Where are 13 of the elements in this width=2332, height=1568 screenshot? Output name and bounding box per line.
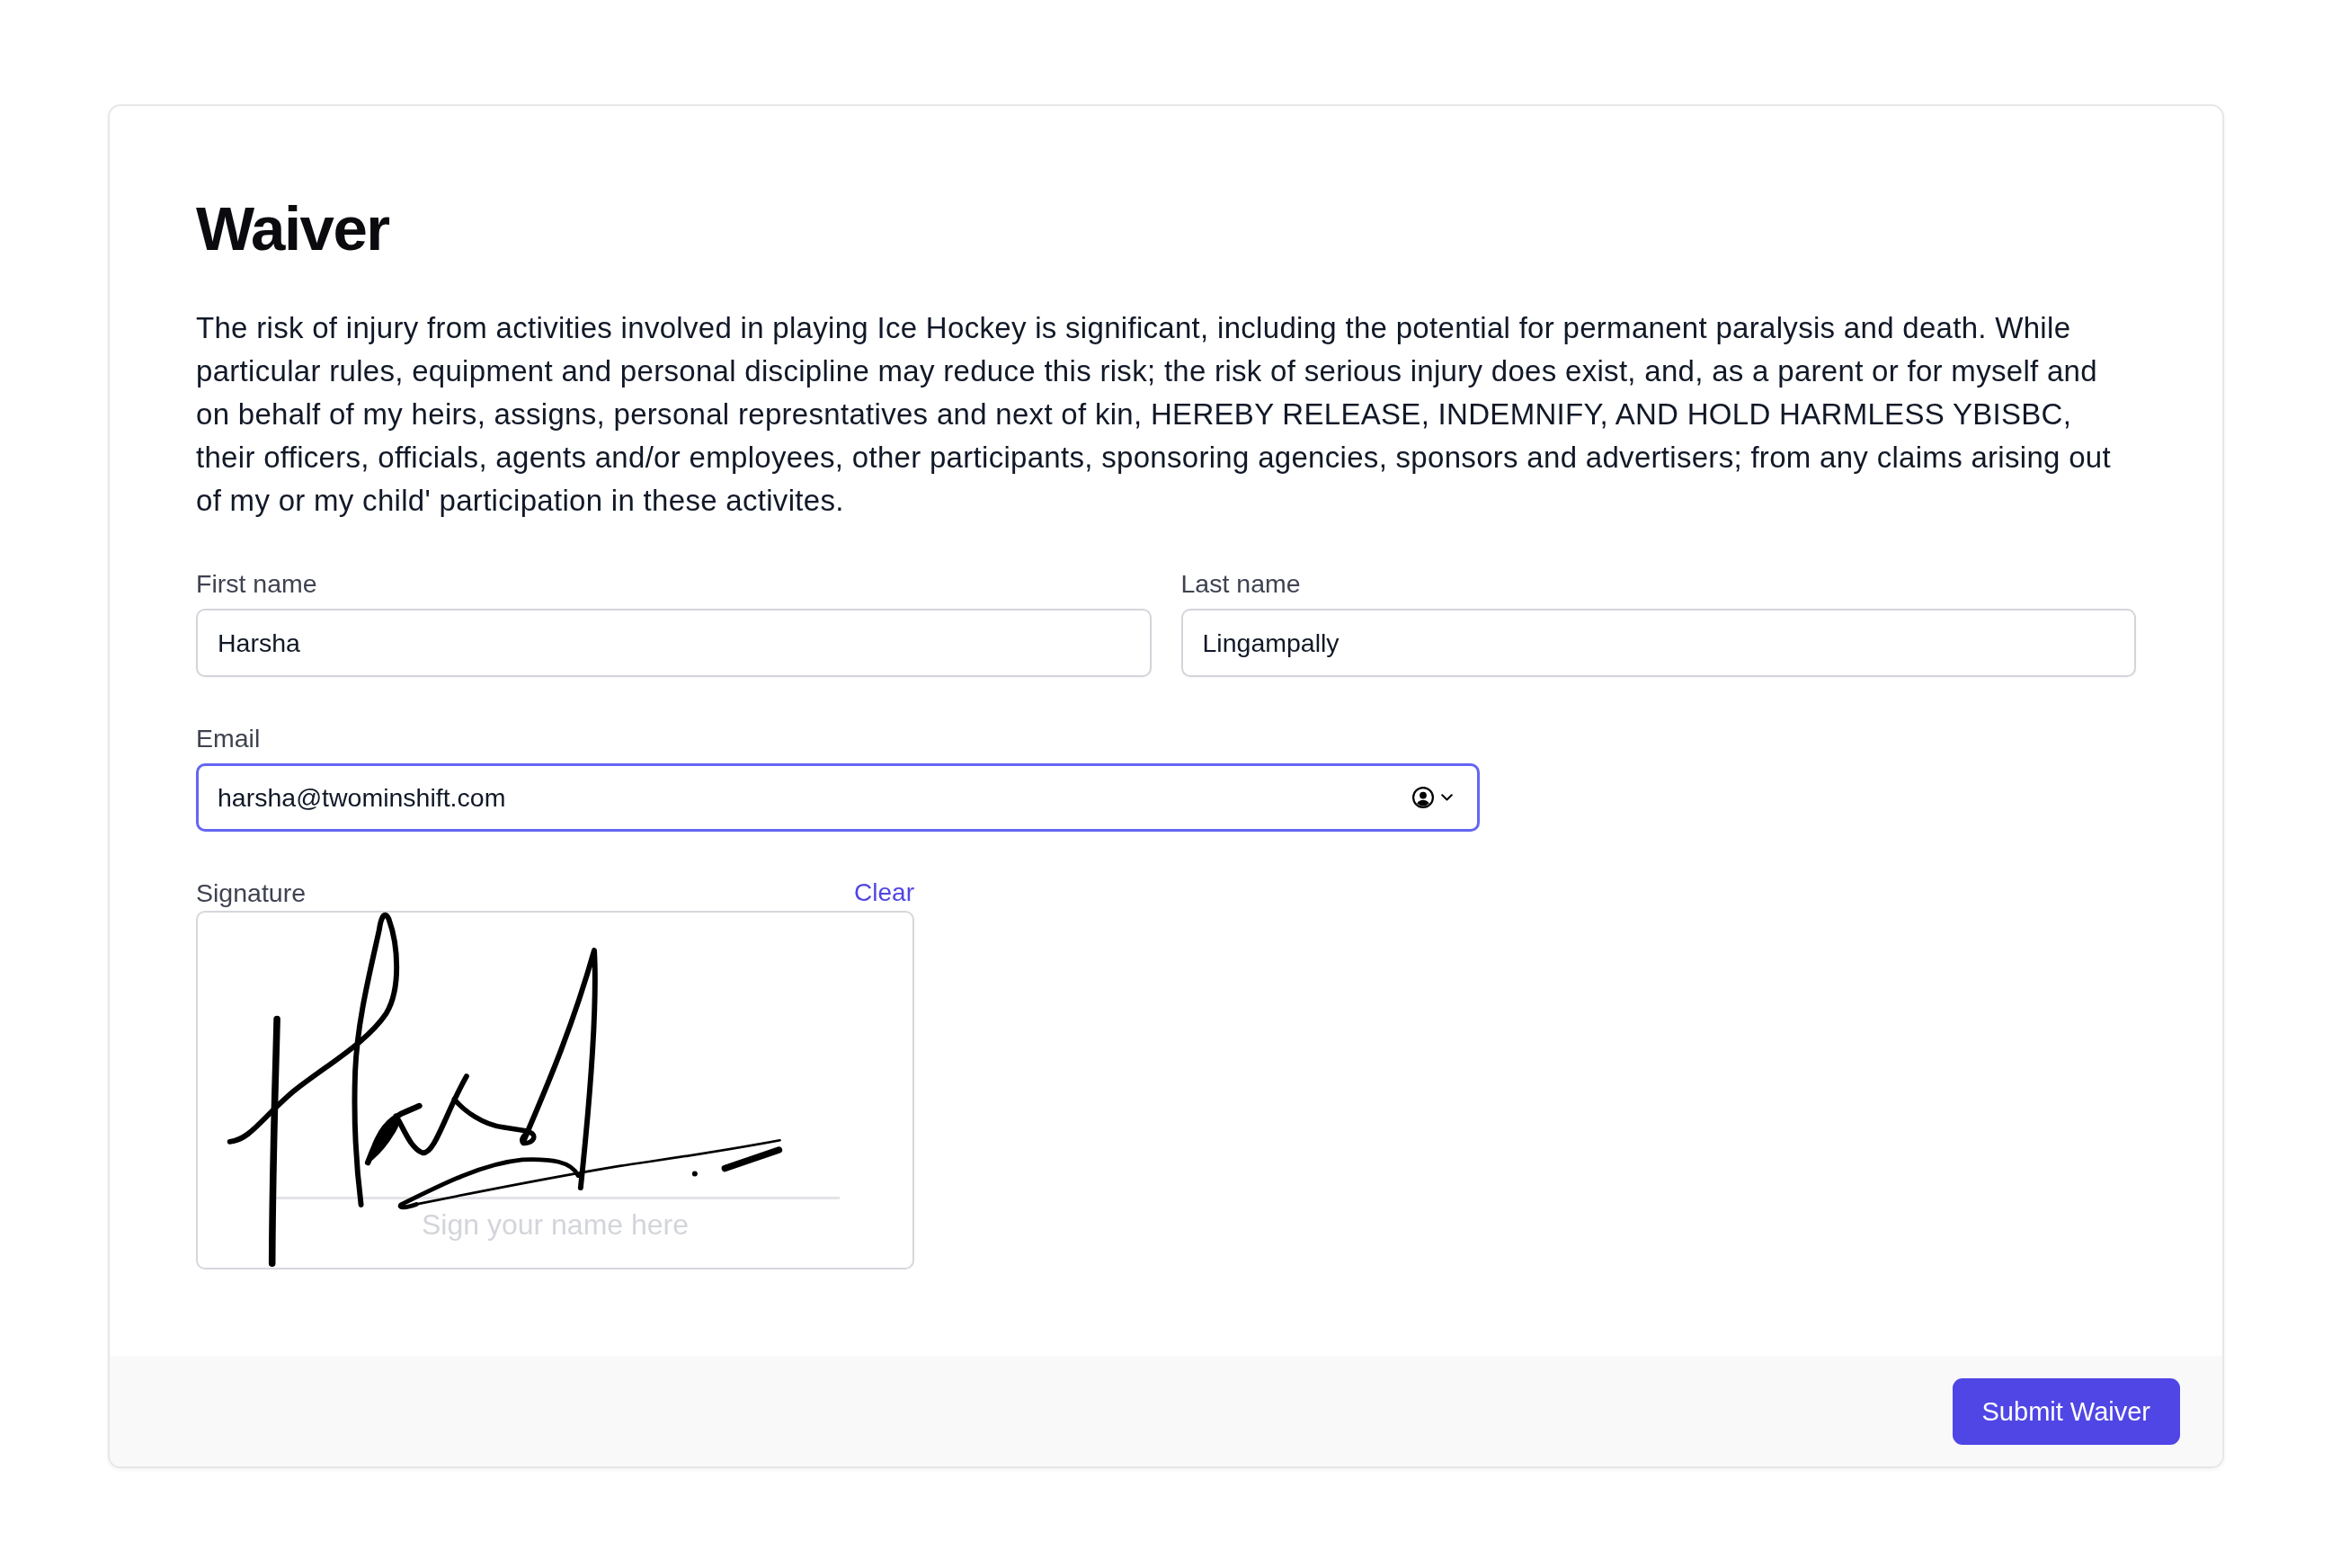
chevron-down-icon[interactable]	[1440, 794, 1453, 801]
clear-link[interactable]: Clear	[854, 875, 914, 911]
field-label: Last name	[1180, 568, 1301, 600]
waiver-text: The risk of injury from activities involved in playing Ice Hockey is significant, including the potential for permanent paralysis and death. While particular rules, equipment and personal discipline may reduce this risk; the risk of serious injury does exist, and, as a parent or for myself and on behalf of my heirs, assigns, personal represntatives and next of kin, HEREBY RELEASE, INDEMNIFY, AND HOLD HARMLESS YBISBC, their officers, officials, agents and/or employees, other participants, sponsoring agencies, sponsors and advertisers; from any claims arising out of my or my child' participation in these activites.	[196, 310, 2112, 519]
signature-label: Signature	[196, 878, 306, 909]
text-field[interactable]: Harsha	[196, 609, 1152, 677]
person-circle-icon[interactable]	[1411, 787, 1434, 808]
submit-button[interactable]: Submit Waiver	[1952, 1378, 2180, 1445]
field-label: Email	[196, 723, 261, 754]
text-field[interactable]: Lingampally	[1180, 609, 2136, 677]
email-field[interactable]: harsha@twominshift.com	[196, 763, 1480, 832]
field-label: First name	[196, 568, 317, 600]
page-title: Waiver	[196, 193, 390, 265]
